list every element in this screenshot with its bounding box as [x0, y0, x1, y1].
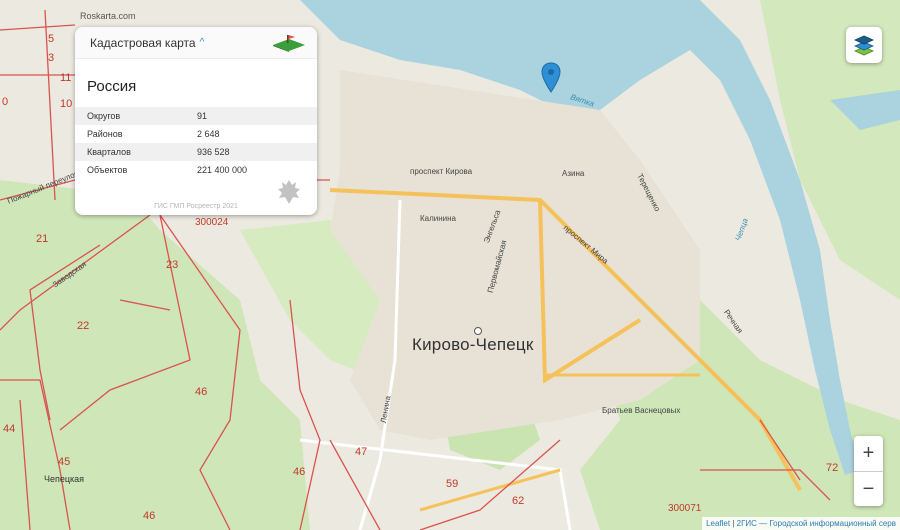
parcel-number: 3: [48, 52, 55, 64]
street-label-kalinina: Калинина: [420, 214, 456, 223]
layers-icon: [854, 35, 874, 56]
cadastral-info-panel: Кадастровая карта ^ Россия Округов 91 Ра…: [75, 27, 317, 215]
parcel-number: 11: [60, 72, 72, 84]
city-label: Кирово-Чепецк: [412, 335, 534, 354]
zoom-in-button[interactable]: +: [854, 436, 883, 471]
street-label-azina: Азина: [562, 169, 585, 178]
parcel-number: 72: [826, 462, 839, 474]
zoom-control: + −: [854, 436, 883, 506]
stat-value: 91: [197, 111, 208, 121]
parcel-number: 10: [60, 98, 73, 110]
stat-row: Районов 2 648: [75, 125, 317, 143]
stat-value: 2 648: [197, 129, 220, 139]
chevron-up-icon[interactable]: ^: [200, 37, 205, 48]
zoom-out-button[interactable]: −: [854, 471, 883, 507]
parcel-number: 21: [36, 233, 49, 245]
stat-value: 221 400 000: [197, 165, 248, 175]
parcel-number: 23: [166, 259, 179, 271]
parcel-number: 5: [48, 33, 55, 45]
stat-value: 936 528: [197, 147, 230, 157]
site-brand[interactable]: Roskarta.com: [80, 11, 136, 21]
parcel-number: 44: [3, 423, 16, 435]
layers-button[interactable]: [846, 27, 882, 63]
source-link[interactable]: 2ГИС — Городской информационный серв: [737, 519, 896, 528]
stat-row: Кварталов 936 528: [75, 143, 317, 161]
map-attribution: Leaflet | 2ГИС — Городской информационны…: [702, 517, 900, 530]
panel-footer: ГИС ГМП Росреестр 2021: [154, 203, 238, 210]
panel-title-text: Кадастровая карта: [90, 35, 196, 50]
parcel-number: 62: [512, 495, 525, 507]
leaflet-link[interactable]: Leaflet: [706, 519, 730, 528]
stat-label: Районов: [87, 129, 123, 139]
parcel-number: 22: [77, 320, 90, 332]
parcel-number: 47: [355, 446, 368, 458]
parcel-number: 46: [293, 466, 306, 478]
parcel-number: 46: [195, 386, 208, 398]
stat-label: Объектов: [87, 165, 128, 175]
parcel-number: 59: [446, 478, 459, 490]
street-label-vasnetsovykh: Братьев Васнецовых: [602, 406, 681, 415]
parcel-number: 0: [2, 96, 9, 108]
stat-label: Округов: [87, 111, 121, 121]
panel-title[interactable]: Кадастровая карта ^: [90, 36, 204, 50]
stat-label: Кварталов: [87, 147, 131, 157]
panel-header[interactable]: Кадастровая карта ^: [75, 27, 317, 59]
location-pin-icon[interactable]: [541, 62, 561, 94]
parcel-number: 46: [143, 510, 156, 522]
region-name: Россия: [87, 78, 137, 95]
parcel-code: 300024: [195, 217, 229, 228]
city-center-icon: [474, 327, 482, 335]
land-plot-icon: [273, 34, 305, 52]
station-label: Чепецкая: [44, 474, 85, 484]
stat-row: Округов 91: [75, 107, 317, 125]
parcel-number: 45: [58, 456, 71, 468]
stats-table: Округов 91 Районов 2 648 Кварталов 936 5…: [75, 107, 317, 179]
street-label-kirova: проспект Кирова: [410, 167, 473, 176]
parcel-code: 300071: [668, 503, 702, 514]
